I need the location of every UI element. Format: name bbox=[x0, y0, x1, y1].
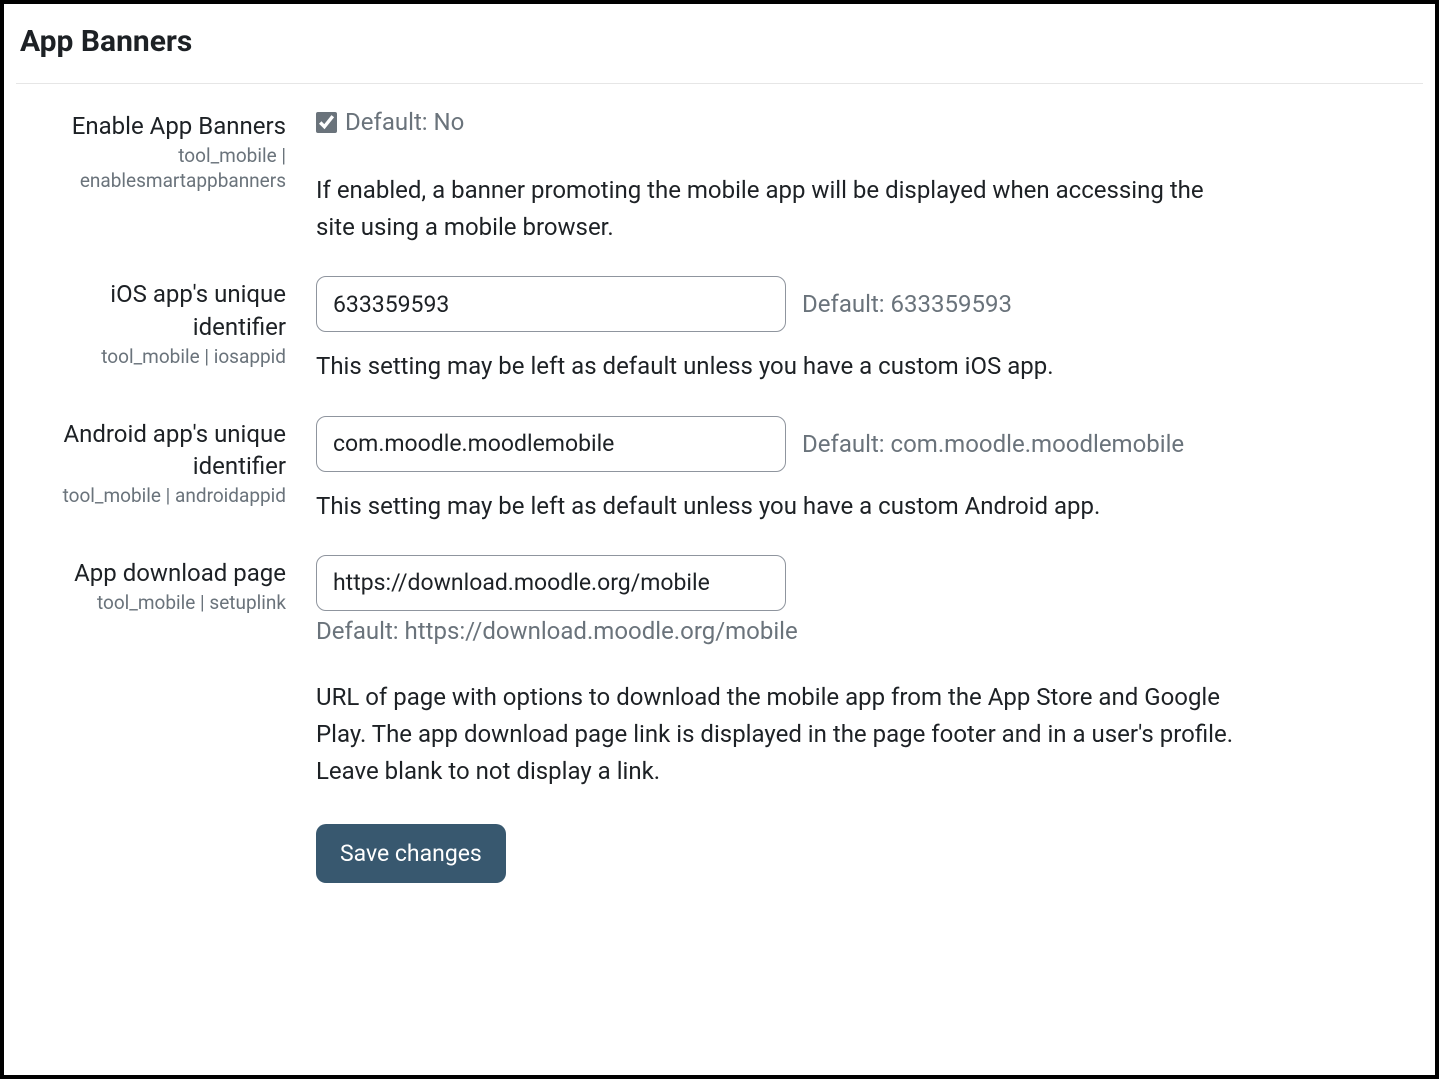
default-text: Default: com.moodle.moodlemobile bbox=[802, 430, 1184, 458]
input-line: Default: com.moodle.moodlemobile bbox=[316, 416, 1423, 472]
setting-description: This setting may be left as default unle… bbox=[316, 488, 1236, 525]
control-col: Default: com.moodle.moodlemobile This se… bbox=[316, 416, 1423, 525]
setting-label: Android app's unique identifier bbox=[16, 418, 286, 483]
setting-sublabel: tool_mobile | setuplink bbox=[16, 591, 286, 616]
settings-frame: App Banners Enable App Banners tool_mobi… bbox=[0, 0, 1439, 1079]
enable-app-banners-checkbox[interactable] bbox=[316, 112, 337, 133]
control-col: Default: https://download.moodle.org/mob… bbox=[316, 555, 1423, 884]
label-col: Enable App Banners tool_mobile | enables… bbox=[16, 108, 316, 194]
android-app-id-input[interactable] bbox=[316, 416, 786, 472]
setting-enable-app-banners: Enable App Banners tool_mobile | enables… bbox=[16, 108, 1423, 246]
setting-label: Enable App Banners bbox=[16, 110, 286, 142]
save-row: Save changes bbox=[316, 824, 1423, 883]
default-text: Default: 633359593 bbox=[802, 290, 1012, 318]
label-col: iOS app's unique identifier tool_mobile … bbox=[16, 276, 316, 369]
app-download-page-input[interactable] bbox=[316, 555, 786, 611]
control-col: Default: 633359593 This setting may be l… bbox=[316, 276, 1423, 385]
setting-description: This setting may be left as default unle… bbox=[316, 348, 1236, 385]
setting-sublabel: tool_mobile | androidappid bbox=[16, 484, 286, 509]
page-title: App Banners bbox=[16, 24, 1423, 84]
setting-description: URL of page with options to download the… bbox=[316, 679, 1236, 791]
setting-ios-app-id: iOS app's unique identifier tool_mobile … bbox=[16, 276, 1423, 385]
input-line bbox=[316, 555, 1423, 611]
setting-sublabel: tool_mobile | iosappid bbox=[16, 345, 286, 370]
checkbox-line: Default: No bbox=[316, 108, 1423, 136]
setting-sublabel: tool_mobile | enablesmartappbanners bbox=[16, 144, 286, 193]
input-line: Default: 633359593 bbox=[316, 276, 1423, 332]
ios-app-id-input[interactable] bbox=[316, 276, 786, 332]
setting-android-app-id: Android app's unique identifier tool_mob… bbox=[16, 416, 1423, 525]
default-text: Default: No bbox=[345, 108, 464, 136]
label-col: Android app's unique identifier tool_mob… bbox=[16, 416, 316, 509]
default-text: Default: https://download.moodle.org/mob… bbox=[316, 617, 1423, 645]
setting-label: iOS app's unique identifier bbox=[16, 278, 286, 343]
setting-label: App download page bbox=[16, 557, 286, 589]
save-changes-button[interactable]: Save changes bbox=[316, 824, 506, 883]
setting-app-download-page: App download page tool_mobile | setuplin… bbox=[16, 555, 1423, 884]
label-col: App download page tool_mobile | setuplin… bbox=[16, 555, 316, 616]
setting-description: If enabled, a banner promoting the mobil… bbox=[316, 172, 1236, 246]
control-col: Default: No If enabled, a banner promoti… bbox=[316, 108, 1423, 246]
